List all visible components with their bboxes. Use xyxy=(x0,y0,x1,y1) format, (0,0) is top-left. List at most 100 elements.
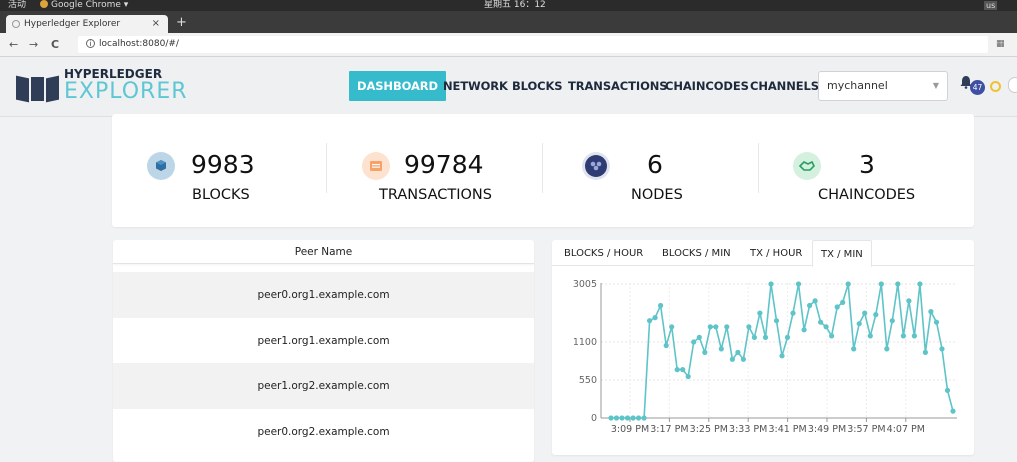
url-input[interactable]: i localhost:8080/#/ xyxy=(78,36,988,53)
data-point xyxy=(647,318,653,324)
data-point xyxy=(718,346,724,352)
clock[interactable]: 星期五 16：12 xyxy=(484,0,546,11)
data-point xyxy=(801,327,807,333)
menu-network[interactable]: NETWORK xyxy=(443,71,508,101)
data-point xyxy=(729,356,735,362)
data-point xyxy=(707,324,713,330)
data-point xyxy=(878,281,884,287)
app-menu[interactable]: Google Chrome ▾ xyxy=(40,0,128,11)
stat-label: TRANSACTIONS xyxy=(379,187,492,203)
y-tick-label: 550 xyxy=(579,375,597,386)
users-icon xyxy=(582,152,610,180)
data-point xyxy=(884,346,890,352)
data-point xyxy=(652,315,658,321)
data-point xyxy=(658,302,664,309)
table-row[interactable]: peer0.org1.example.com xyxy=(113,272,534,318)
close-tab-icon[interactable]: × xyxy=(152,15,160,33)
address-bar: ← → C i localhost:8080/#/ ▦ xyxy=(0,33,1017,57)
info-icon[interactable]: i xyxy=(86,39,95,48)
channel-select[interactable]: mychannel ▼ xyxy=(818,71,948,101)
data-point xyxy=(867,333,873,339)
stat-blocks[interactable]: 9983 BLOCKS xyxy=(112,114,327,227)
data-point xyxy=(784,334,791,340)
x-tick-label: 3:57 PM xyxy=(847,424,885,435)
data-point xyxy=(933,319,940,325)
stat-chaincodes[interactable]: 3 CHAINCODES xyxy=(758,114,974,227)
peer-list-card: Peer Name peer0.org1.example.com peer1.o… xyxy=(113,240,534,462)
table-row[interactable]: peer0.org2.example.com xyxy=(113,409,534,455)
theme-ring-icon[interactable] xyxy=(990,81,1001,92)
activities-button[interactable]: 活动 xyxy=(8,0,26,11)
tab-blocks-min[interactable]: BLOCKS / MIN xyxy=(662,240,731,266)
data-point xyxy=(917,281,923,287)
menu-chaincodes[interactable]: CHAINCODES xyxy=(665,71,749,101)
stat-value: 9983 xyxy=(191,150,255,179)
peer-name-header[interactable]: Peer Name xyxy=(113,240,534,264)
data-point xyxy=(740,356,746,362)
data-point xyxy=(812,298,818,304)
data-point xyxy=(773,318,780,324)
data-point xyxy=(624,415,631,421)
menu-transactions[interactable]: TRANSACTIONS xyxy=(568,71,668,101)
theme-toggle[interactable] xyxy=(1008,77,1017,93)
forward-icon[interactable]: → xyxy=(29,38,38,51)
stat-label: CHAINCODES xyxy=(818,187,916,203)
data-point xyxy=(889,318,895,324)
data-point xyxy=(939,346,945,352)
chart-tabs: BLOCKS / HOUR BLOCKS / MIN TX / HOUR TX … xyxy=(552,240,974,267)
handshake-icon xyxy=(793,152,821,180)
data-point xyxy=(691,339,697,345)
stat-value: 99784 xyxy=(404,150,484,179)
data-point xyxy=(779,353,785,359)
data-point xyxy=(663,342,669,349)
data-point xyxy=(757,310,763,316)
notification-badge[interactable]: 47 xyxy=(970,80,985,95)
data-point xyxy=(641,415,647,421)
tab-strip: Hyperledger Explorer × + xyxy=(0,11,1017,33)
menu-blocks[interactable]: BLOCKS xyxy=(512,71,563,101)
data-point xyxy=(636,415,642,421)
data-point xyxy=(795,281,802,287)
data-point xyxy=(807,302,813,309)
x-tick-label: 3:09 PM xyxy=(611,424,649,435)
data-point xyxy=(823,324,829,330)
data-point xyxy=(818,319,824,325)
stat-label: NODES xyxy=(631,187,683,203)
os-top-bar: 活动 Google Chrome ▾ 星期五 16：12 us xyxy=(0,0,1017,11)
keyboard-indicator[interactable]: us xyxy=(984,1,998,10)
data-point xyxy=(746,324,752,330)
stat-transactions[interactable]: 99784 TRANSACTIONS xyxy=(327,114,542,227)
stat-value: 3 xyxy=(859,150,875,179)
browser-tab[interactable]: Hyperledger Explorer × xyxy=(6,15,168,33)
new-tab-button[interactable]: + xyxy=(176,16,187,30)
menu-channels[interactable]: CHANNELS xyxy=(750,71,819,101)
data-point xyxy=(674,367,680,373)
chart-card: BLOCKS / HOUR BLOCKS / MIN TX / HOUR TX … xyxy=(552,240,974,455)
list-icon xyxy=(362,152,390,180)
back-icon[interactable]: ← xyxy=(9,38,18,51)
extension-icon[interactable]: ▦ xyxy=(996,39,1005,49)
data-point xyxy=(895,281,901,287)
menu-dashboard[interactable]: DASHBOARD xyxy=(349,71,446,101)
y-tick-label: 3005 xyxy=(573,279,597,290)
data-point xyxy=(851,346,857,352)
table-row[interactable]: peer1.org1.example.com xyxy=(113,318,534,364)
tab-blocks-hour[interactable]: BLOCKS / HOUR xyxy=(564,240,643,266)
favicon-icon xyxy=(12,20,20,28)
data-point xyxy=(944,387,951,393)
stat-value: 6 xyxy=(647,150,663,179)
channel-value: mychannel xyxy=(827,79,888,92)
reload-icon[interactable]: C xyxy=(51,38,59,51)
stats-card: 9983 BLOCKS 99784 TRANSACTIONS 6 NODES 3… xyxy=(112,114,974,227)
tab-tx-min[interactable]: TX / MIN xyxy=(812,240,872,267)
cube-icon xyxy=(147,152,175,180)
data-point xyxy=(856,321,862,327)
chevron-down-icon: ▼ xyxy=(932,81,939,90)
data-point xyxy=(862,310,868,316)
x-tick-label: 3:49 PM xyxy=(808,424,846,435)
tab-tx-hour[interactable]: TX / HOUR xyxy=(750,240,802,266)
stat-nodes[interactable]: 6 NODES xyxy=(542,114,758,227)
table-row[interactable]: peer1.org2.example.com xyxy=(113,363,534,409)
url-text: localhost:8080/#/ xyxy=(99,39,179,49)
data-point xyxy=(735,349,741,355)
